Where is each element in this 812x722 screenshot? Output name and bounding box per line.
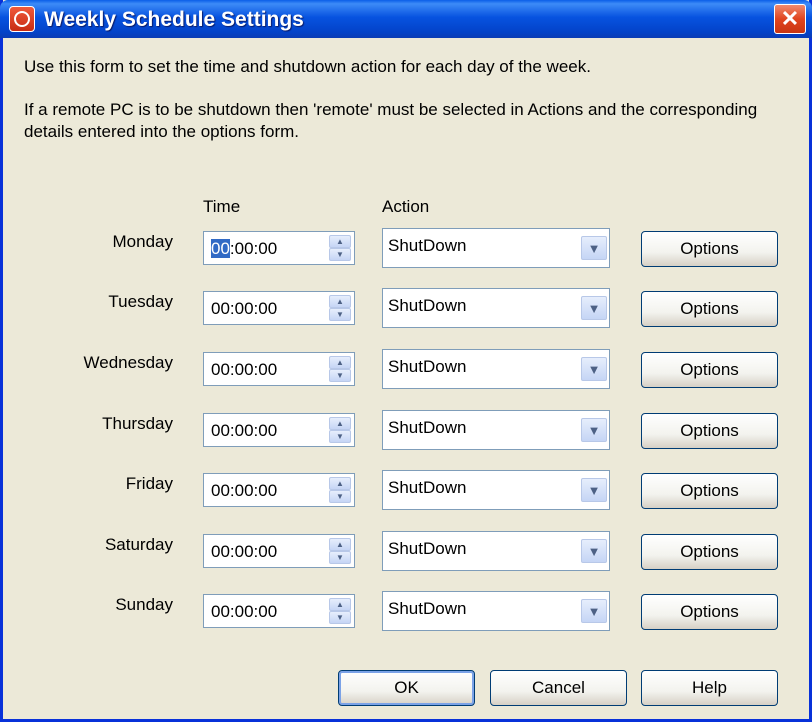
options-button-friday[interactable]: Options — [641, 473, 778, 509]
chevron-down-icon[interactable]: ▼ — [581, 236, 607, 260]
time-rest: 00:00:00 — [211, 299, 278, 318]
spin-arrows-icon[interactable]: ▲ ▼ — [329, 598, 351, 624]
chevron-down-icon[interactable]: ▼ — [581, 478, 607, 502]
action-value: ShutDown — [388, 418, 467, 437]
time-value: 00:00:00 — [211, 421, 277, 441]
action-column-header: Action — [382, 197, 430, 216]
spin-up-icon[interactable]: ▲ — [329, 356, 351, 369]
chevron-down-icon[interactable]: ▼ — [581, 418, 607, 442]
spin-up-icon[interactable]: ▲ — [329, 295, 351, 308]
time-input-friday[interactable]: 00:00:00 ▲ ▼ — [203, 473, 355, 507]
cancel-button[interactable]: Cancel — [490, 670, 627, 706]
description-line-2: If a remote PC is to be shutdown then 'r… — [24, 100, 758, 141]
spin-down-icon[interactable]: ▼ — [329, 430, 351, 443]
action-value: ShutDown — [388, 539, 467, 558]
action-select-saturday[interactable]: ShutDown ▼ — [382, 531, 610, 571]
spin-up-icon[interactable]: ▲ — [329, 417, 351, 430]
spin-down-icon[interactable]: ▼ — [329, 611, 351, 624]
spin-down-icon[interactable]: ▼ — [329, 551, 351, 564]
spin-up-icon[interactable]: ▲ — [329, 235, 351, 248]
spin-down-icon[interactable]: ▼ — [329, 308, 351, 321]
day-row-monday: Monday 00:00:00 ▲ ▼ ShutDown ▼ Options — [3, 228, 809, 268]
spin-up-icon[interactable]: ▲ — [329, 598, 351, 611]
day-row-thursday: Thursday 00:00:00 ▲ ▼ ShutDown ▼ Options — [3, 410, 809, 450]
action-select-sunday[interactable]: ShutDown ▼ — [382, 591, 610, 631]
options-button-wednesday[interactable]: Options — [641, 352, 778, 388]
time-rest: 00:00:00 — [211, 360, 278, 379]
spin-up-icon[interactable]: ▲ — [329, 477, 351, 490]
day-row-sunday: Sunday 00:00:00 ▲ ▼ ShutDown ▼ Options — [3, 591, 809, 631]
action-value: ShutDown — [388, 357, 467, 376]
time-rest: :00:00 — [229, 239, 278, 258]
time-value: 00:00:00 — [211, 542, 277, 562]
time-value: 00:00:00 — [211, 360, 277, 380]
action-value: ShutDown — [388, 599, 467, 618]
time-selected-part: 00 — [211, 239, 230, 258]
day-label: Wednesday — [83, 353, 173, 372]
time-input-monday[interactable]: 00:00:00 ▲ ▼ — [203, 231, 355, 265]
power-icon — [9, 6, 35, 32]
time-value: 00:00:00 — [211, 481, 277, 501]
title-bar: Weekly Schedule Settings ✕ — [0, 0, 812, 38]
options-button-monday[interactable]: Options — [641, 231, 778, 267]
close-button[interactable]: ✕ — [774, 4, 806, 34]
time-input-tuesday[interactable]: 00:00:00 ▲ ▼ — [203, 291, 355, 325]
chevron-down-icon[interactable]: ▼ — [581, 539, 607, 563]
time-input-sunday[interactable]: 00:00:00 ▲ ▼ — [203, 594, 355, 628]
time-input-wednesday[interactable]: 00:00:00 ▲ ▼ — [203, 352, 355, 386]
ok-button[interactable]: OK — [338, 670, 475, 706]
day-label: Sunday — [115, 595, 173, 614]
day-row-tuesday: Tuesday 00:00:00 ▲ ▼ ShutDown ▼ Options — [3, 288, 809, 328]
chevron-down-icon[interactable]: ▼ — [581, 357, 607, 381]
action-select-wednesday[interactable]: ShutDown ▼ — [382, 349, 610, 389]
day-label: Saturday — [104, 535, 173, 554]
options-button-sunday[interactable]: Options — [641, 594, 778, 630]
time-value: 00:00:00 — [211, 239, 277, 259]
spin-up-icon[interactable]: ▲ — [329, 538, 351, 551]
spin-down-icon[interactable]: ▼ — [329, 369, 351, 382]
day-row-friday: Friday 00:00:00 ▲ ▼ ShutDown ▼ Options — [3, 470, 809, 510]
spin-arrows-icon[interactable]: ▲ ▼ — [329, 235, 351, 261]
time-value: 00:00:00 — [211, 299, 277, 319]
action-value: ShutDown — [388, 296, 467, 315]
options-button-tuesday[interactable]: Options — [641, 291, 778, 327]
spin-arrows-icon[interactable]: ▲ ▼ — [329, 295, 351, 321]
spin-arrows-icon[interactable]: ▲ ▼ — [329, 356, 351, 382]
weekly-schedule-dialog: Weekly Schedule Settings ✕ Use this form… — [0, 0, 812, 722]
action-select-monday[interactable]: ShutDown ▼ — [382, 228, 610, 268]
day-label: Thursday — [102, 414, 173, 433]
day-label: Friday — [125, 474, 173, 493]
description-line-1: Use this form to set the time and shutdo… — [24, 57, 591, 76]
time-rest: 00:00:00 — [211, 421, 278, 440]
time-column-header: Time — [203, 197, 241, 216]
spin-arrows-icon[interactable]: ▲ ▼ — [329, 477, 351, 503]
day-label: Tuesday — [108, 292, 173, 311]
day-row-wednesday: Wednesday 00:00:00 ▲ ▼ ShutDown ▼ Options — [3, 349, 809, 389]
time-input-saturday[interactable]: 00:00:00 ▲ ▼ — [203, 534, 355, 568]
day-row-saturday: Saturday 00:00:00 ▲ ▼ ShutDown ▼ Options — [3, 531, 809, 571]
time-rest: 00:00:00 — [211, 602, 278, 621]
window-title: Weekly Schedule Settings — [44, 8, 304, 31]
spin-down-icon[interactable]: ▼ — [329, 248, 351, 261]
action-value: ShutDown — [388, 236, 467, 255]
time-rest: 00:00:00 — [211, 481, 278, 500]
action-select-friday[interactable]: ShutDown ▼ — [382, 470, 610, 510]
time-input-thursday[interactable]: 00:00:00 ▲ ▼ — [203, 413, 355, 447]
action-select-thursday[interactable]: ShutDown ▼ — [382, 410, 610, 450]
time-value: 00:00:00 — [211, 602, 277, 622]
help-button[interactable]: Help — [641, 670, 778, 706]
chevron-down-icon[interactable]: ▼ — [581, 599, 607, 623]
day-label: Monday — [112, 232, 173, 251]
spin-arrows-icon[interactable]: ▲ ▼ — [329, 538, 351, 564]
options-button-saturday[interactable]: Options — [641, 534, 778, 570]
spin-arrows-icon[interactable]: ▲ ▼ — [329, 417, 351, 443]
options-button-thursday[interactable]: Options — [641, 413, 778, 449]
action-value: ShutDown — [388, 478, 467, 497]
spin-down-icon[interactable]: ▼ — [329, 490, 351, 503]
chevron-down-icon[interactable]: ▼ — [581, 296, 607, 320]
time-rest: 00:00:00 — [211, 542, 278, 561]
action-select-tuesday[interactable]: ShutDown ▼ — [382, 288, 610, 328]
